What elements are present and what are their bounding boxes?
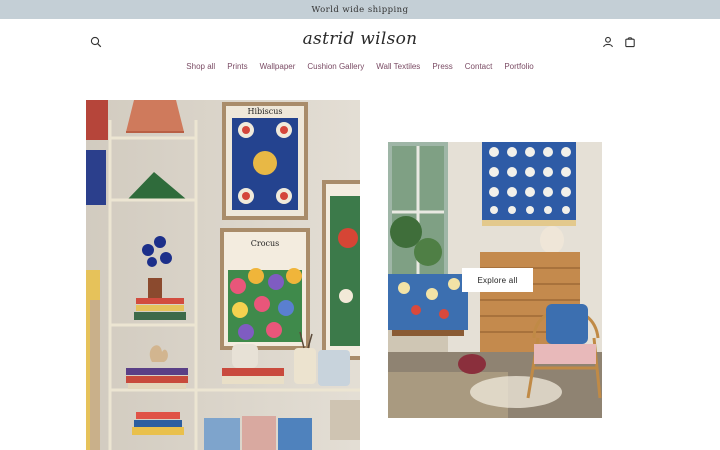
nav-prints[interactable]: Prints [227, 62, 247, 71]
announcement-bar: World wide shipping [0, 0, 720, 19]
nav-shop-all[interactable]: Shop all [186, 62, 215, 71]
hero-image-shelf-prints[interactable]: Hibiscus Crocus [86, 100, 360, 450]
explore-all-label: Explore all [477, 275, 518, 285]
nav-press[interactable]: Press [432, 62, 452, 71]
announcement-text: World wide shipping [311, 4, 409, 15]
account-icon[interactable] [601, 35, 615, 49]
nav-cushion-gallery[interactable]: Cushion Gallery [307, 62, 364, 71]
logo-text: astrid wilson [302, 29, 418, 49]
nav-portfolio[interactable]: Portfolio [504, 62, 533, 71]
cart-icon[interactable] [623, 35, 637, 49]
nav-wall-textiles[interactable]: Wall Textiles [376, 62, 420, 71]
print-title-crocus: Crocus [251, 239, 280, 248]
explore-all-button[interactable]: Explore all [462, 268, 533, 292]
nav-wallpaper[interactable]: Wallpaper [260, 62, 296, 71]
site-header: astrid wilson [0, 19, 720, 65]
nav-contact[interactable]: Contact [465, 62, 493, 71]
main-nav: Shop all Prints Wallpaper Cushion Galler… [0, 62, 720, 71]
print-title-hibiscus: Hibiscus [247, 107, 282, 116]
